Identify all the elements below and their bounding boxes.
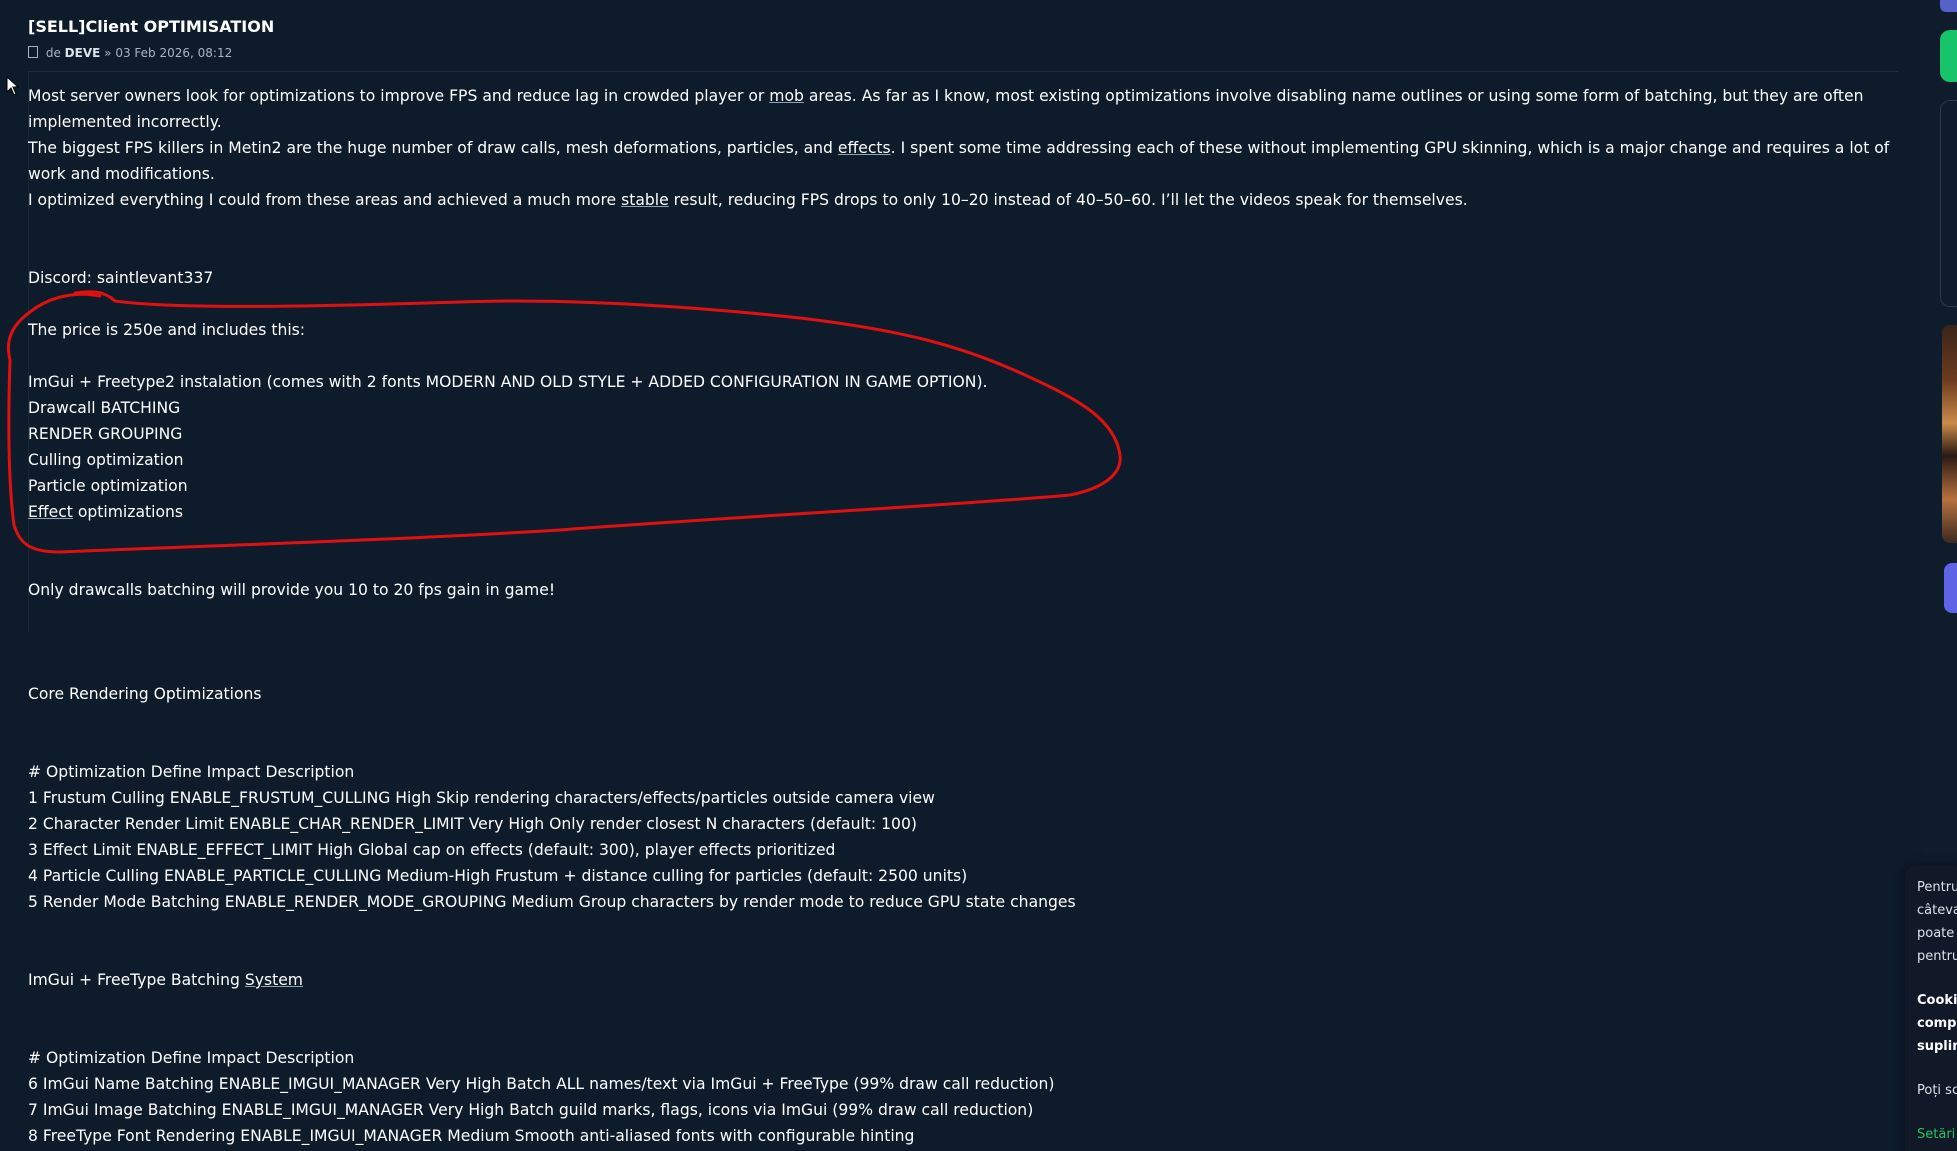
sidebar-banner-image[interactable]	[1942, 325, 1957, 543]
meta-prefix: de	[45, 46, 61, 60]
table-row: 5 Render Mode Batching ENABLE_RENDER_MOD…	[28, 893, 1076, 911]
cookie-text-line: poate	[1917, 926, 1955, 941]
intro-paragraph-1: Most server owners look for optimization…	[28, 83, 1908, 135]
post-divider	[28, 71, 1898, 72]
cookie-choice-text: Poți sc	[1917, 1083, 1957, 1098]
post-document-icon[interactable]	[28, 46, 38, 58]
intro-p3-text-b: result, reducing FPS drops to only 10–20…	[668, 191, 1468, 209]
imgui-heading-link[interactable]: System	[245, 971, 303, 989]
post-meta: de DEVE » 03 Feb 2026, 08:12	[28, 46, 232, 60]
intro-p3-text-a: I optimized everything I could from thes…	[28, 191, 622, 209]
core-heading: Core Rendering Optimizations	[28, 685, 262, 703]
intro-paragraph-2: The biggest FPS killers in Metin2 are th…	[28, 135, 1908, 187]
mouse-cursor-icon	[6, 76, 20, 96]
cookie-text-line: pentru	[1917, 949, 1957, 964]
meta-separator: »	[104, 46, 112, 60]
fps-gain-note: Only drawcalls batching will provide you…	[28, 581, 556, 599]
effect-link[interactable]: Effect	[28, 503, 73, 521]
sidebar-card	[1940, 100, 1957, 307]
table2-header: # Optimization Define Impact Description	[28, 1049, 355, 1067]
intro-p3-link[interactable]: stable	[621, 191, 669, 209]
include-item: Culling optimization	[28, 451, 184, 469]
cookie-text-line: câteva	[1917, 903, 1957, 918]
intro-p1-text-a: Most server owners look for optimization…	[28, 87, 770, 105]
effect-rest: optimizations	[72, 503, 183, 521]
cookie-bold-line: Cooki	[1917, 993, 1957, 1008]
post-date: 03 Feb 2026, 08:12	[115, 46, 233, 60]
imgui-heading-text: ImGui + FreeType Batching	[28, 971, 245, 989]
cookie-text-line: Pentru	[1917, 880, 1957, 895]
intro-p1-link[interactable]: mob	[769, 87, 804, 105]
include-item: Drawcall BATCHING	[28, 399, 181, 417]
post-author[interactable]: DEVE	[65, 46, 101, 60]
forum-post: [SELL]Client OPTIMISATION de DEVE » 03 F…	[0, 0, 1920, 1151]
table-row: 4 Particle Culling ENABLE_PARTICLE_CULLI…	[28, 867, 968, 885]
table-row: 8 FreeType Font Rendering ENABLE_IMGUI_M…	[28, 1127, 915, 1145]
table1-header: # Optimization Define Impact Description	[28, 763, 355, 781]
sidebar-green-button[interactable]	[1940, 30, 1957, 82]
include-item: ImGui + Freetype2 instalation (comes wit…	[28, 373, 988, 391]
cookie-bold-line: suplim	[1917, 1039, 1957, 1054]
post-intro: Most server owners look for optimization…	[28, 83, 1908, 213]
include-item: RENDER GROUPING	[28, 425, 183, 443]
intro-paragraph-3: I optimized everything I could from thes…	[28, 187, 1908, 213]
table-row: 1 Frustum Culling ENABLE_FRUSTUM_CULLING…	[28, 789, 935, 807]
post-title[interactable]: [SELL]Client OPTIMISATION	[28, 17, 274, 36]
table-row: 7 ImGui Image Batching ENABLE_IMGUI_MANA…	[28, 1101, 1034, 1119]
include-item-effect: Effect optimizations	[28, 499, 183, 525]
price-line: The price is 250e and includes this:	[28, 321, 306, 339]
discord-contact: Discord: saintlevant337	[28, 269, 214, 287]
cookie-bold-line: compa	[1917, 1016, 1957, 1031]
imgui-heading: ImGui + FreeType Batching System	[28, 967, 303, 993]
table-row: 6 ImGui Name Batching ENABLE_IMGUI_MANAG…	[28, 1075, 1055, 1093]
cookie-consent-panel: Pentru câteva poate pentru Cooki compa s…	[1905, 866, 1957, 1151]
include-item: Particle optimization	[28, 477, 188, 495]
cookie-settings-link[interactable]: Setări	[1917, 1127, 1955, 1142]
table-row: 2 Character Render Limit ENABLE_CHAR_REN…	[28, 815, 917, 833]
sidebar-violet-button[interactable]	[1944, 563, 1957, 613]
intro-p2-link[interactable]: effects	[838, 139, 891, 157]
sidebar-top-button[interactable]	[1940, 0, 1957, 12]
table-row: 3 Effect Limit ENABLE_EFFECT_LIMIT High …	[28, 841, 836, 859]
intro-p2-text-a: The biggest FPS killers in Metin2 are th…	[28, 139, 838, 157]
page: [SELL]Client OPTIMISATION de DEVE » 03 F…	[0, 0, 1957, 1151]
